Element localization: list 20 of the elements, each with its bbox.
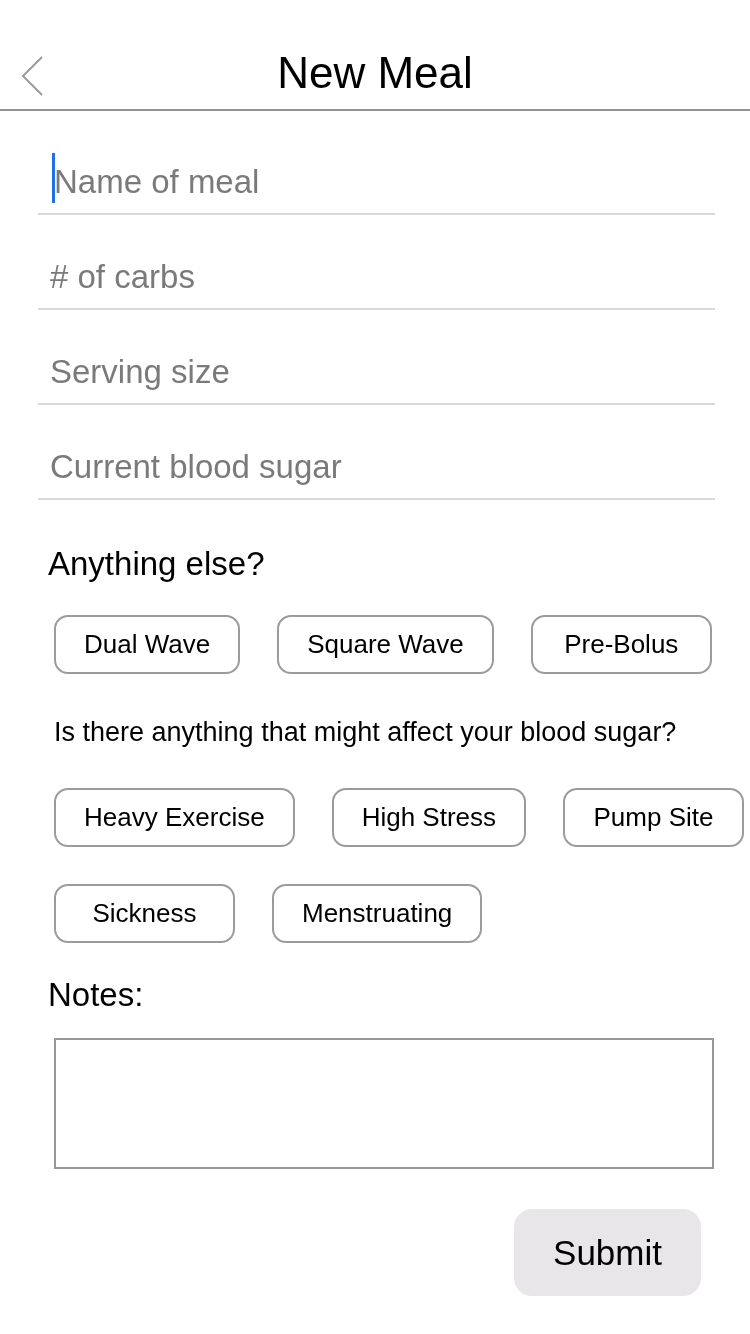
question-text: Is there anything that might affect your blood sugar? [54,717,677,747]
submit-button[interactable]: Submit [514,1209,701,1296]
notes-label: Notes: [48,975,144,1015]
option-button[interactable]: Menstruating [272,884,483,943]
text-field[interactable]: # of carbs [38,215,715,310]
notes-field[interactable] [54,1038,714,1169]
screen-title: New Meal [277,47,473,98]
option-button[interactable]: Pump Site [563,788,744,847]
chevron-left-icon [21,55,43,96]
text-field[interactable]: Name of meal [38,120,715,215]
option-button[interactable]: Pre-Bolus [530,615,712,674]
back-button[interactable] [21,55,43,96]
text-field[interactable]: Current blood sugar [38,405,715,500]
option-button[interactable]: Sickness [54,884,235,943]
option-button[interactable]: Dual Wave [54,615,241,674]
option-button[interactable]: Heavy Exercise [54,788,295,847]
option-button[interactable]: High Stress [331,788,526,847]
text-field[interactable]: Serving size [38,310,715,405]
option-button[interactable]: Square Wave [277,615,494,674]
section-label: Anything else? [48,544,265,584]
